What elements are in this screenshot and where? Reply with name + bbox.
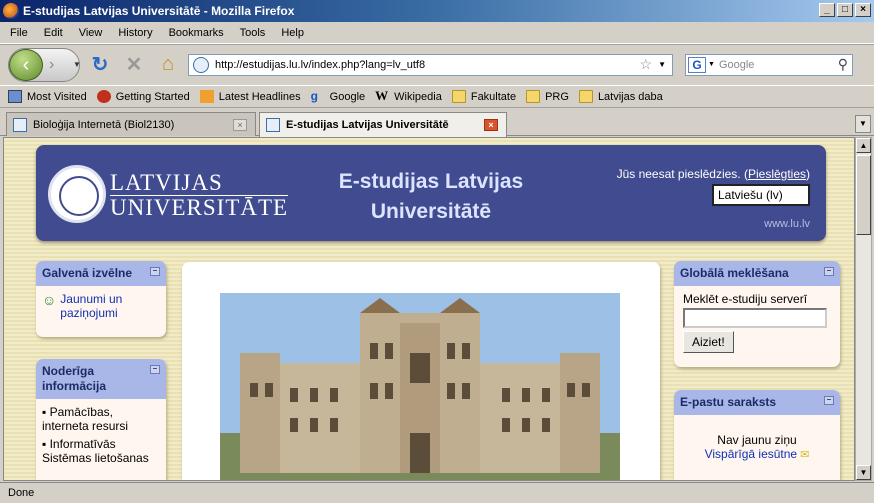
menu-edit[interactable]: Edit [34,27,69,39]
url-input[interactable]: http://estudijas.lu.lv/index.php?lang=lv… [215,59,640,71]
menu-view[interactable]: View [69,27,109,39]
stop-icon[interactable]: ✕ [120,52,148,78]
scroll-thumb[interactable] [856,155,871,235]
collapse-icon[interactable]: – [824,267,834,276]
tab-close-icon[interactable]: × [233,118,247,131]
reload-icon[interactable]: ↻ [86,52,114,78]
block-header: Noderīga informācija – [36,359,166,399]
google-icon[interactable]: G [688,56,706,73]
bookmark-fakultate[interactable]: Fakultate [451,90,516,103]
language-select[interactable]: Latviešu (lv) [712,184,810,206]
bookmark-latvijas-daba[interactable]: Latvijas daba [578,90,663,103]
list-item[interactable]: ▪ Informatīvās Sistēmas lietošanas [42,437,160,465]
rss-icon [199,90,214,103]
menu-file[interactable]: File [0,27,34,39]
folder-icon [451,90,466,103]
bookmark-most-visited[interactable]: Most Visited [8,90,87,103]
main-menu-block: Galvenā izvēlne – ☺ Jaunumi un paziņojumi [36,261,166,337]
no-news-text: Nav jaunu ziņu [717,433,797,447]
tab-estudijas[interactable]: E-studijas Latvijas Universitātē × [259,112,507,137]
title-bar: E-studijas Latvijas Universitātē - Mozil… [0,0,874,22]
back-forward-group: ‹ › ▼ [8,47,81,82]
collapse-icon[interactable]: – [824,396,834,405]
global-search-block: Globālā meklēšana – Meklēt e-studiju serv… [674,261,840,367]
menu-tools[interactable]: Tools [230,27,272,39]
menu-help[interactable]: Help [271,27,310,39]
general-inbox-link[interactable]: Vispārīgā iesūtne [705,447,798,461]
scroll-up-icon[interactable]: ▲ [856,138,871,153]
back-button[interactable]: ‹ [9,48,43,81]
url-bar[interactable]: http://estudijas.lu.lv/index.php?lang=lv… [188,53,673,76]
tab-list-dropdown-icon[interactable]: ▼ [855,115,871,133]
block-header: Galvenā izvēlne – [36,261,166,286]
firefox-icon [3,3,19,19]
mailing-list-block: E-pastu saraksts – Nav jaunu ziņu Vispārī… [674,390,840,480]
navigation-toolbar: ‹ › ▼ ↻ ✕ ⌂ http://estudijas.lu.lv/index… [0,44,874,84]
most-visited-icon [8,90,22,103]
minimize-button[interactable]: _ [819,3,835,17]
home-icon[interactable]: ⌂ [154,52,182,78]
news-link[interactable]: Jaunumi un paziņojumi [60,292,160,320]
tab-favicon-icon [266,118,280,132]
folder-icon [526,90,541,103]
bookmark-star-icon[interactable]: ☆ [640,56,653,73]
search-icon[interactable]: ⚲ [838,56,848,73]
tab-biologija[interactable]: Bioloģija Internetā (Biol2130) × [6,112,256,136]
close-button[interactable]: × [855,3,871,17]
status-bar: Done [0,482,874,503]
site-header: LATVIJAS UNIVERSITĀTE E-studijas Latvija… [36,145,826,241]
google-icon: g [310,89,319,103]
menu-bar: File Edit View History Bookmarks Tools H… [0,22,874,44]
firefox-icon [96,90,111,103]
search-input[interactable]: Google [719,59,838,71]
bookmarks-toolbar: Most Visited Getting Started Latest Head… [0,85,874,108]
folder-icon [578,90,593,103]
scroll-down-icon[interactable]: ▼ [856,465,871,480]
history-dropdown-icon[interactable]: ▼ [73,60,81,69]
bookmark-prg[interactable]: PRG [526,90,569,103]
status-text: Done [8,487,35,499]
site-name: E-studijas Latvijas Universitātē [338,170,524,223]
login-info: Jūs neesat pieslēdzies. (Pieslēgties) [616,167,810,181]
bookmark-latest-headlines[interactable]: Latest Headlines [199,90,301,103]
users-icon: ☺ [42,292,57,308]
site-identity-icon[interactable] [193,56,209,73]
university-seal-icon [48,165,106,223]
vertical-scrollbar[interactable]: ▲ ▼ [855,137,872,481]
university-logo[interactable]: LATVIJAS UNIVERSITĀTE [110,171,289,219]
maximize-button[interactable]: □ [837,3,853,17]
list-item[interactable]: ▪ Pamācības, interneta resursi [42,405,160,433]
bookmark-getting-started[interactable]: Getting Started [96,90,190,103]
global-search-input[interactable] [683,308,827,328]
block-header: Globālā meklēšana – [674,261,840,286]
window-title: E-studijas Latvijas Universitātē - Mozil… [23,4,295,18]
university-building-image [220,293,620,480]
menu-bookmarks[interactable]: Bookmarks [159,27,230,39]
tab-close-icon[interactable]: × [484,119,498,131]
block-header: E-pastu saraksts – [674,390,840,415]
bookmark-wikipedia[interactable]: W Wikipedia [375,88,442,103]
website-link[interactable]: www.lu.lv [764,218,810,230]
collapse-icon[interactable]: – [150,365,160,374]
forward-button[interactable]: › [49,56,54,74]
menu-history[interactable]: History [108,27,158,39]
tab-favicon-icon [13,117,27,132]
engine-dropdown-icon[interactable]: ▼ [708,61,715,68]
envelope-icon: ✉ [800,449,810,461]
page-viewport: LATVIJAS UNIVERSITĀTE E-studijas Latvija… [3,137,855,481]
bookmark-google[interactable]: g Google [311,90,365,103]
wikipedia-icon: W [375,88,389,103]
url-dropdown-icon[interactable]: ▼ [658,60,666,69]
search-label: Meklēt e-studiju serverī [683,292,808,306]
collapse-icon[interactable]: – [150,267,160,276]
useful-info-block: Noderīga informācija – ▪ Pamācības, inter… [36,359,166,480]
tab-strip: Bioloģija Internetā (Biol2130) × E-studi… [0,110,874,137]
login-link[interactable]: Pieslēgties [748,167,806,181]
search-go-button[interactable]: Aiziet! [683,331,734,353]
search-bar[interactable]: G ▼ Google ⚲ [685,53,853,76]
